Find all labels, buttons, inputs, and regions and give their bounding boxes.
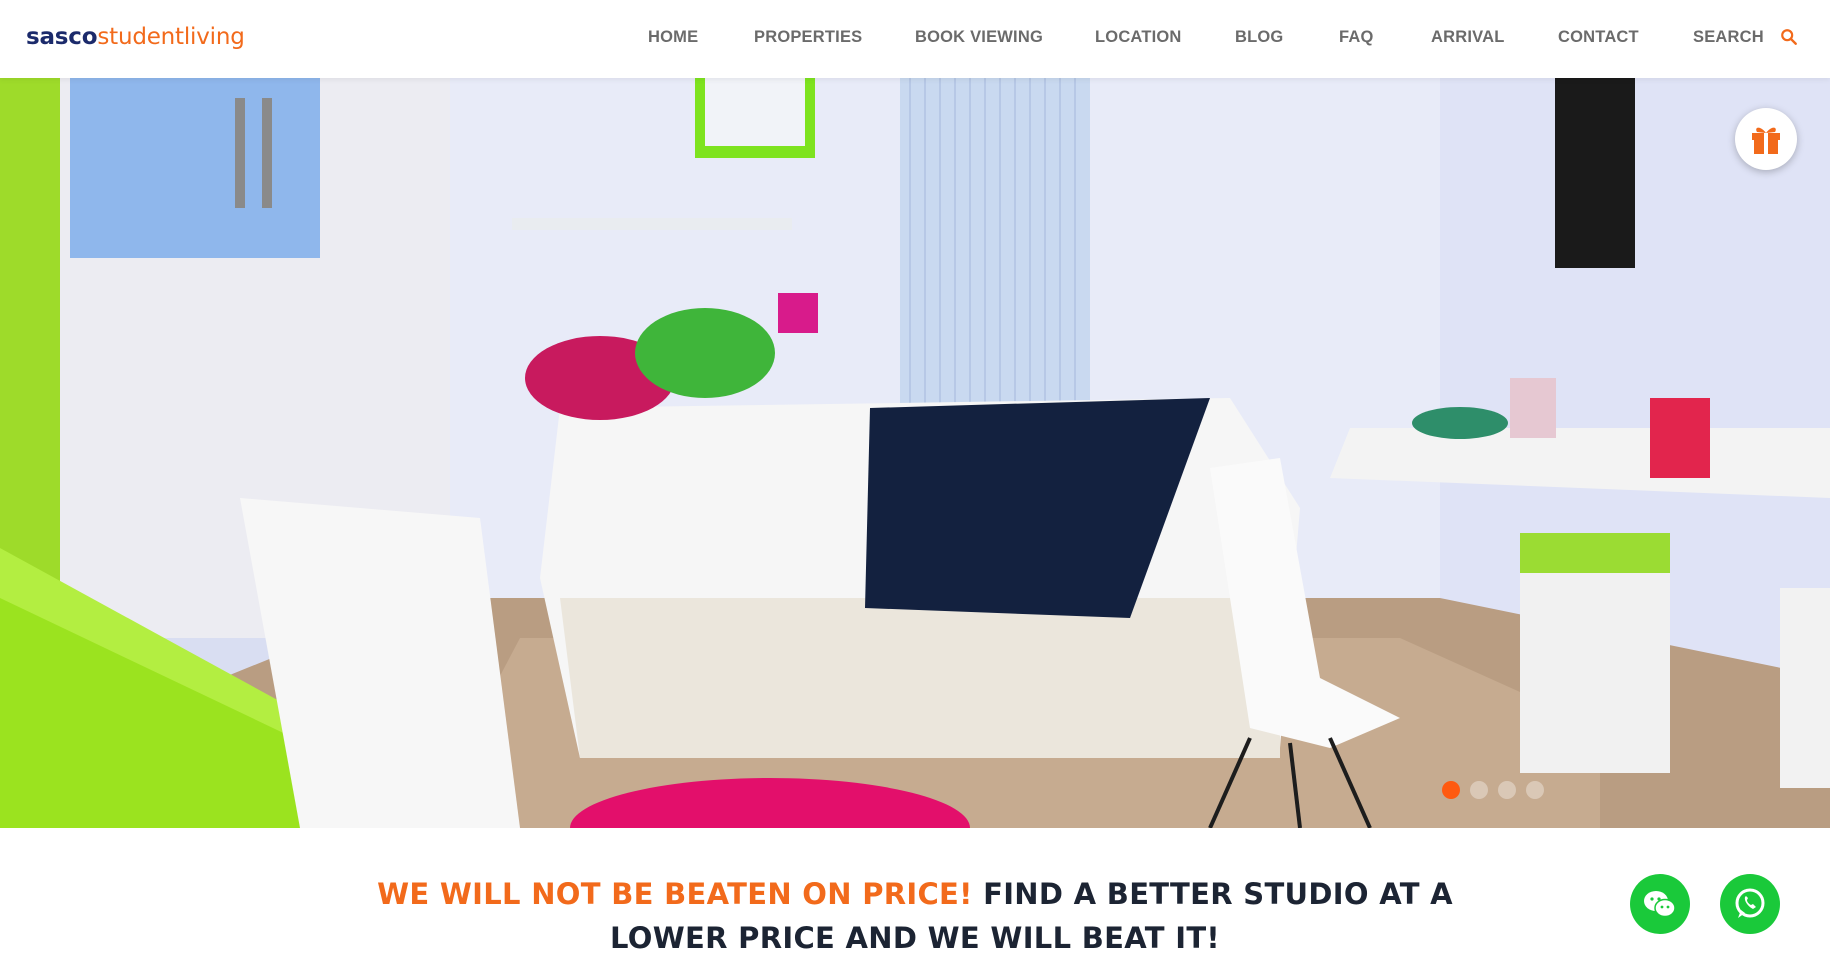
wechat-button[interactable]: [1630, 874, 1690, 934]
nav-arrival[interactable]: ARRIVAL: [1431, 28, 1505, 47]
site-header: sascostudentliving HOME PROPERTIES BOOK …: [0, 0, 1830, 78]
whatsapp-icon: [1735, 888, 1765, 918]
promo-banner: WE WILL NOT BE BEATEN ON PRICE! FIND A B…: [0, 872, 1830, 958]
slider-dot-3[interactable]: [1498, 781, 1516, 799]
nav-contact[interactable]: CONTACT: [1558, 28, 1639, 47]
promo-line-2: LOWER PRICE AND WE WILL BEAT IT!: [610, 921, 1220, 955]
promo-line-1: WE WILL NOT BE BEATEN ON PRICE! FIND A B…: [0, 872, 1830, 916]
hero-slider[interactable]: [0, 78, 1830, 828]
whatsapp-button[interactable]: [1720, 874, 1780, 934]
nav-search[interactable]: SEARCH: [1693, 28, 1764, 47]
search-icon[interactable]: [1780, 28, 1798, 46]
nav-faq[interactable]: FAQ: [1339, 28, 1374, 47]
hero-image: [0, 78, 1830, 828]
nav-blog[interactable]: BLOG: [1235, 28, 1283, 47]
nav-home[interactable]: HOME: [648, 28, 698, 47]
promo-highlight: WE WILL NOT BE BEATEN ON PRICE!: [377, 877, 973, 911]
slider-dot-2[interactable]: [1470, 781, 1488, 799]
wechat-icon: [1644, 891, 1676, 918]
slider-dot-4[interactable]: [1526, 781, 1544, 799]
promo-text: FIND A BETTER STUDIO AT A: [983, 877, 1453, 911]
gift-icon: [1752, 127, 1780, 154]
gift-button[interactable]: [1735, 108, 1797, 170]
slider-dot-1[interactable]: [1442, 781, 1460, 799]
nav-book-viewing[interactable]: BOOK VIEWING: [915, 28, 1043, 47]
main-nav: HOME PROPERTIES BOOK VIEWING LOCATION BL…: [0, 28, 1830, 50]
nav-location[interactable]: LOCATION: [1095, 28, 1182, 47]
nav-properties[interactable]: PROPERTIES: [754, 28, 862, 47]
